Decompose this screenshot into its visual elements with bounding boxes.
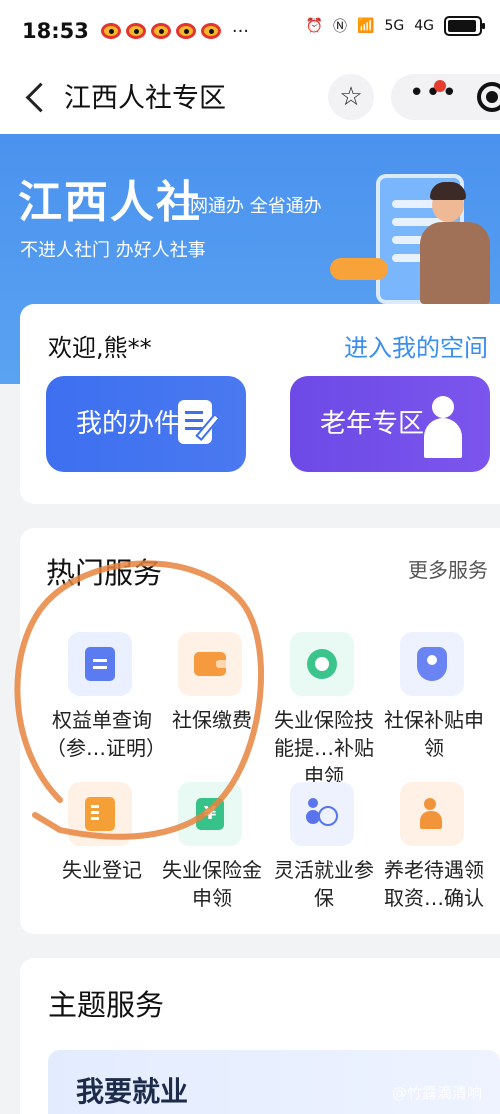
service-label: 社保补贴申领 bbox=[384, 708, 484, 760]
banner-slogan: 一网通办 全省通办 bbox=[172, 196, 322, 217]
elderly-zone-button[interactable]: 老年专区 bbox=[290, 376, 490, 472]
my-affairs-label: 我的办件 bbox=[76, 409, 181, 439]
banner-sub-slogan: 不进人社门 办好人社事 bbox=[20, 240, 206, 261]
id-card-icon bbox=[68, 782, 132, 846]
service-label: 失业保险金申领 bbox=[162, 858, 262, 910]
battery-icon bbox=[444, 16, 485, 36]
welcome-card: 欢迎,熊** 进入我的空间 我的办件 老年专区 bbox=[20, 304, 500, 504]
weibo-notification-icon bbox=[125, 23, 146, 39]
medal-icon bbox=[290, 632, 354, 696]
alarm-icon: ⏰ bbox=[305, 18, 324, 34]
service-label: 灵活就业参保 bbox=[274, 858, 374, 910]
favorite-star-button[interactable]: ☆ bbox=[328, 74, 374, 120]
more-menu-button[interactable]: ••• bbox=[409, 78, 458, 108]
network-5g-label: 5G bbox=[384, 18, 405, 34]
close-miniprogram-button[interactable] bbox=[477, 82, 500, 112]
find-job-label: 我要就业 bbox=[76, 1075, 189, 1108]
status-bar: 18:53 ··· ⏰ Ⓝ 📶 5G 4G bbox=[0, 0, 500, 62]
back-button[interactable] bbox=[18, 77, 58, 117]
welcome-greeting: 欢迎,熊** bbox=[48, 334, 152, 362]
elderly-person-icon bbox=[420, 396, 468, 458]
elder-icon bbox=[400, 782, 464, 846]
shield-user-icon bbox=[400, 632, 464, 696]
more-notifications-indicator: ··· bbox=[231, 20, 250, 42]
service-label: 权益单查询（参…证明） bbox=[46, 708, 166, 760]
yen-shield-icon: ¥ bbox=[178, 782, 242, 846]
theme-services-title: 主题服务 bbox=[48, 988, 165, 1022]
hot-services-title: 热门服务 bbox=[46, 556, 163, 590]
notification-dot bbox=[434, 80, 446, 92]
status-time: 18:53 bbox=[22, 19, 89, 43]
hot-services-card: 热门服务 更多服务 权益单查询（参…证明） 社保缴费 失业保险技能提…补贴申领 … bbox=[20, 528, 500, 934]
weibo-notification-icon bbox=[150, 23, 171, 39]
my-space-link[interactable]: 进入我的空间 bbox=[344, 328, 488, 363]
watermark: @竹露滴清响 bbox=[391, 1084, 482, 1102]
person-hair-illustration bbox=[430, 182, 466, 200]
person-illustration bbox=[420, 222, 490, 304]
service-label: 社保缴费 bbox=[172, 708, 252, 732]
service-label: 失业登记 bbox=[62, 858, 142, 882]
clipboard-icon bbox=[68, 632, 132, 696]
elderly-zone-label: 老年专区 bbox=[320, 409, 425, 439]
weibo-notification-icon bbox=[200, 23, 221, 39]
system-icons: ⏰ Ⓝ 📶 5G 4G bbox=[305, 16, 485, 36]
illustration-pill bbox=[330, 258, 388, 280]
wallet-icon bbox=[178, 632, 242, 696]
more-services-link[interactable]: 更多服务 bbox=[408, 554, 488, 583]
wifi-icon: 📶 bbox=[357, 18, 375, 34]
miniprogram-capsule: ••• bbox=[391, 74, 500, 120]
weibo-notification-icon bbox=[100, 23, 121, 39]
person-yen-icon bbox=[290, 782, 354, 846]
service-label: 养老待遇领取资…确认 bbox=[384, 858, 484, 910]
weibo-notification-icon bbox=[175, 23, 196, 39]
my-affairs-button[interactable]: 我的办件 bbox=[46, 376, 246, 472]
navigation-bar: 江西人社专区 ☆ ••• bbox=[0, 62, 500, 134]
page-title: 江西人社专区 bbox=[64, 83, 226, 114]
network-4g-label: 4G bbox=[414, 18, 434, 34]
nfc-icon: Ⓝ bbox=[333, 19, 348, 35]
service-label: 失业保险技能提…补贴申领 bbox=[274, 708, 374, 788]
